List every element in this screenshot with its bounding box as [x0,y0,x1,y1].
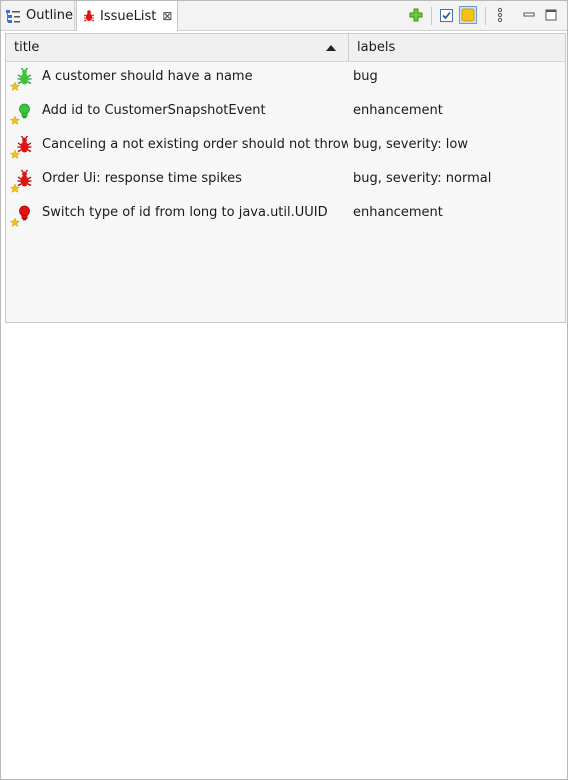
red-bulb-icon [10,205,30,227]
filter-checkbox-button[interactable] [438,7,454,23]
maximize-icon [545,9,557,21]
tab-outline[interactable]: Outline [1,1,75,30]
maximize-button[interactable] [543,7,559,23]
issue-labels: bug [353,69,378,84]
column-header-labels[interactable]: labels [349,34,565,61]
starred-toggle-button[interactable] [459,6,477,24]
issue-title: A customer should have a name [42,69,253,84]
table-header: title labels [6,34,565,62]
close-tab-icon[interactable]: ⊠ [162,9,172,23]
star-toggle-icon [461,8,475,22]
outline-icon [6,9,20,23]
add-issue-button[interactable] [408,7,424,23]
issue-list-window: Outline IssueList ⊠ title labels A custo… [0,0,568,780]
issue-title: Add id to CustomerSnapshotEvent [42,103,266,118]
tab-issuelist[interactable]: IssueList ⊠ [76,1,178,31]
tab-issuelist-label: IssueList [100,8,157,24]
green-bug-icon [10,67,32,91]
view-menu-button[interactable] [492,7,508,23]
view-menu-icon [497,7,503,23]
green-bulb-icon [10,103,30,125]
issue-labels: bug, severity: normal [353,171,492,186]
minimize-button[interactable] [521,7,537,23]
table-row[interactable]: Order Ui: response time spikes bug, seve… [6,164,565,198]
column-header-title-label: title [14,40,40,55]
issue-title: Order Ui: response time spikes [42,171,242,186]
table-row[interactable]: Canceling a not existing order should no… [6,130,565,164]
red-bug-icon [10,135,32,159]
red-bug-icon [10,169,32,193]
table-row[interactable]: Switch type of id from long to java.util… [6,198,565,232]
issue-labels: enhancement [353,103,443,118]
column-header-title[interactable]: title [6,34,349,61]
add-icon [409,8,423,22]
bug-icon [83,10,95,22]
sort-ascending-icon [326,45,336,51]
toolbar-separator [431,7,432,25]
checkbox-icon [439,8,453,22]
table-row[interactable]: A customer should have a name bug [6,62,565,96]
issue-title: Canceling a not existing order should no… [42,137,348,152]
issue-labels: bug, severity: low [353,137,468,152]
table-row[interactable]: Add id to CustomerSnapshotEvent enhancem… [6,96,565,130]
toolbar-separator [485,7,486,25]
issue-labels: enhancement [353,205,443,220]
tab-bar: Outline IssueList ⊠ [1,1,567,31]
issue-title: Switch type of id from long to java.util… [42,205,328,220]
issue-table: title labels A customer should have a na… [5,33,566,323]
column-header-labels-label: labels [357,40,396,55]
minimize-icon [523,12,535,17]
tab-outline-label: Outline [26,8,74,23]
